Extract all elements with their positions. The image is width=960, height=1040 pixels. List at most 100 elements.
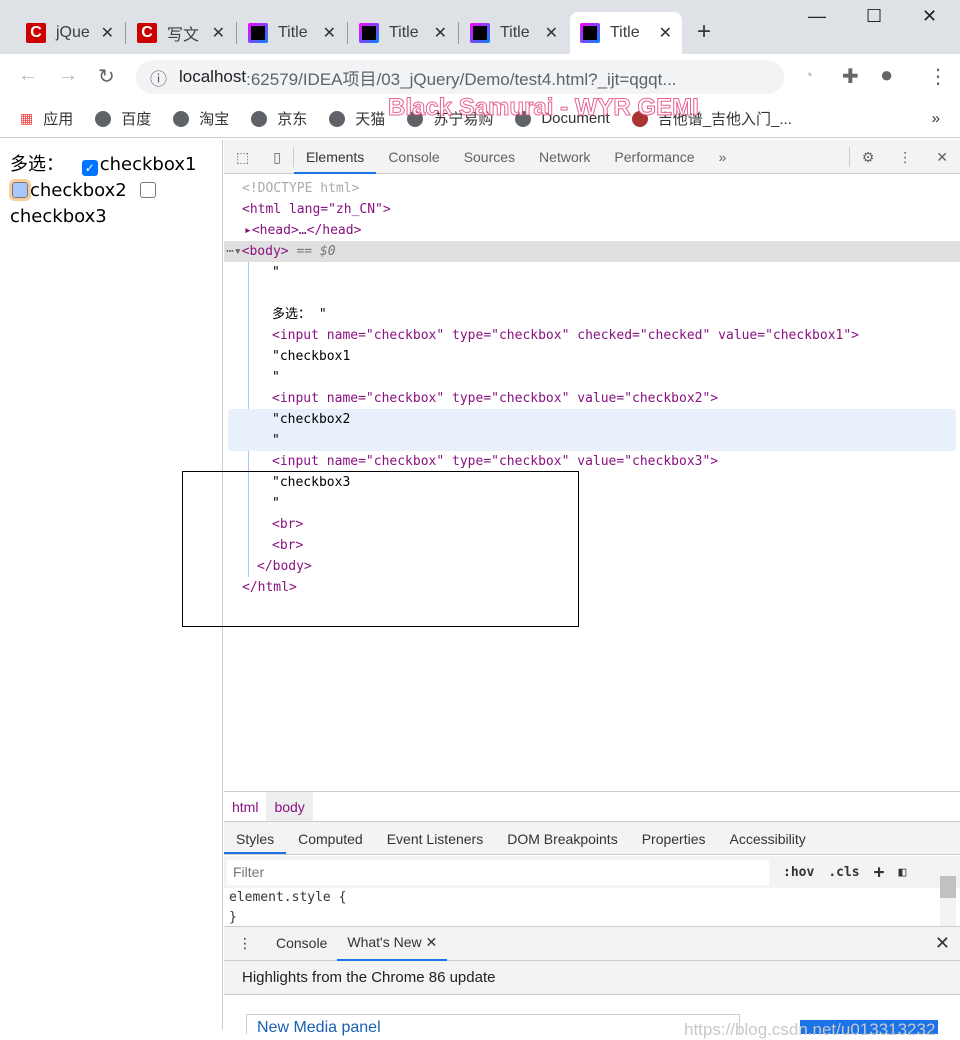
dom-node[interactable]: <html lang="zh_CN">	[224, 199, 960, 220]
dom-node[interactable]: <!DOCTYPE html>	[224, 178, 960, 199]
dom-node-selected[interactable]: ⋯▾<body> == $0	[224, 241, 960, 262]
tab-accessibility[interactable]: Accessibility	[718, 822, 818, 854]
csdn-icon: C	[26, 23, 46, 43]
dom-node[interactable]: <input name="checkbox" type="checkbox" c…	[272, 325, 960, 346]
address-bar[interactable]: ⓘ localhost:62579/IDEA项目/03_jQuery/Demo/…	[136, 60, 784, 94]
text-node[interactable]: 多选： "	[272, 304, 960, 325]
close-drawer-icon[interactable]: ✕	[925, 927, 960, 960]
bookmark-item[interactable]: 百度	[95, 108, 151, 129]
text-node[interactable]: "checkbox1	[272, 346, 960, 367]
dom-node[interactable]: <input name="checkbox" type="checkbox" v…	[272, 388, 960, 409]
drawer-tabbar: ⋮ Console What's New ✕ ✕	[224, 926, 960, 961]
close-window-button[interactable]: ✕	[922, 6, 937, 27]
profile-icon[interactable]: ●	[880, 62, 893, 88]
devtools-menu-icon[interactable]: ⋮	[886, 140, 924, 174]
performance-icon[interactable]: ◔	[804, 67, 813, 84]
text-node[interactable]: "	[272, 367, 960, 388]
globe-icon	[173, 110, 190, 127]
globe-icon	[329, 110, 346, 127]
tab-dom-breakpoints[interactable]: DOM Breakpoints	[495, 822, 629, 854]
browser-tab[interactable]: Title ✕	[238, 12, 346, 54]
styles-filter-input[interactable]	[227, 859, 769, 885]
tab-computed[interactable]: Computed	[286, 822, 375, 854]
drawer-tab-whats-new[interactable]: What's New ✕	[337, 926, 448, 961]
tab-properties[interactable]: Properties	[630, 822, 718, 854]
info-icon[interactable]: ⓘ	[150, 65, 167, 90]
bookmark-item[interactable]: 天猫	[329, 108, 385, 129]
bookmark-item[interactable]: 淘宝	[173, 108, 229, 129]
forward-icon[interactable]: →	[58, 64, 78, 87]
styles-subtabs: Styles Computed Event Listeners DOM Brea…	[224, 821, 960, 855]
intellij-icon	[359, 23, 379, 43]
close-tab-icon[interactable]: ✕	[323, 23, 336, 43]
close-tab-icon[interactable]: ✕	[545, 23, 558, 43]
intellij-icon	[580, 23, 600, 43]
browser-tab[interactable]: Title ✕	[460, 12, 568, 54]
close-tab-icon[interactable]: ✕	[212, 23, 225, 43]
drawer-tab-console[interactable]: Console	[266, 927, 337, 960]
tab-styles[interactable]: Styles	[224, 822, 287, 854]
globe-icon	[95, 110, 112, 127]
annotation-rectangle	[182, 471, 579, 627]
checkbox3[interactable]	[140, 182, 157, 198]
new-rule-button[interactable]: +	[874, 862, 885, 883]
checkbox2[interactable]	[9, 179, 31, 201]
settings-icon[interactable]: ⚙	[848, 146, 887, 167]
tab-event-listeners[interactable]: Event Listeners	[375, 822, 496, 854]
maximize-button[interactable]: ☐	[866, 6, 882, 27]
close-tab-icon[interactable]: ✕	[426, 934, 438, 950]
cls-toggle[interactable]: .cls	[828, 865, 859, 880]
tab-strip: CjQue ✕ C 写文 ✕ Title ✕ Title ✕ Title ✕ Title ✕ …	[0, 0, 960, 54]
close-tab-icon[interactable]: ✕	[659, 23, 672, 43]
minimize-button[interactable]: —	[808, 6, 826, 27]
new-tab-button[interactable]: +	[697, 18, 711, 46]
menu-icon[interactable]: ⋮	[928, 64, 948, 89]
back-icon[interactable]: ←	[18, 64, 38, 87]
reload-icon[interactable]: ↻	[98, 64, 115, 89]
browser-tab[interactable]: CjQue ✕	[16, 12, 124, 54]
text-node[interactable]: "	[272, 430, 956, 451]
extensions-icon[interactable]: ✚	[842, 64, 859, 89]
bookmarks-more[interactable]: »	[932, 110, 940, 127]
devtools-tabbar: ⬚ ▯ Elements Console Sources Network Per…	[224, 140, 960, 174]
breadcrumb-html[interactable]: html	[224, 792, 266, 822]
bookmark-item[interactable]: 京东	[251, 108, 307, 129]
watermark: Black Samurai - WYR GEMI	[388, 94, 700, 122]
close-tab-icon[interactable]: ✕	[434, 23, 447, 43]
text-node[interactable]: "	[272, 262, 960, 283]
browser-tab-active[interactable]: Title ✕	[570, 12, 682, 54]
breadcrumb: html body	[224, 791, 960, 822]
drawer-menu-icon[interactable]: ⋮	[224, 927, 266, 960]
inspect-element-icon[interactable]: ⬚	[224, 140, 261, 174]
text-node[interactable]: "checkbox2	[272, 409, 956, 430]
tab-network[interactable]: Network	[527, 140, 602, 174]
dom-node[interactable]: ▸<head>…</head>	[224, 220, 960, 241]
dom-node[interactable]: <input name="checkbox" type="checkbox" v…	[272, 451, 960, 472]
bookmark-apps[interactable]: ▦ 应用	[20, 108, 73, 129]
browser-tab[interactable]: Title ✕	[349, 12, 457, 54]
close-tab-icon[interactable]: ✕	[101, 23, 114, 43]
styles-filter-bar: :hov .cls + ◧	[224, 856, 960, 888]
media-panel-card[interactable]: New Media panel	[246, 1014, 740, 1036]
more-tabs-icon[interactable]: »	[707, 140, 739, 174]
style-rule-close: }	[229, 910, 237, 925]
apps-grid-icon: ▦	[20, 110, 34, 126]
csdn-watermark: https://blog.csdn.net/u013313232	[684, 1020, 936, 1039]
styles-pane: element.style { }	[224, 888, 940, 928]
breadcrumb-body[interactable]: body	[266, 791, 313, 822]
browser-tab[interactable]: C 写文 ✕	[127, 12, 235, 54]
toggle-sidebar-icon[interactable]: ◧	[898, 865, 906, 880]
tab-console[interactable]: Console	[376, 140, 451, 174]
device-toolbar-icon[interactable]: ▯	[261, 146, 294, 167]
intellij-icon	[470, 23, 490, 43]
style-rule[interactable]: element.style {	[229, 888, 940, 908]
hov-toggle[interactable]: :hov	[783, 865, 814, 880]
checkbox1[interactable]: ✓	[81, 160, 98, 176]
tab-elements[interactable]: Elements	[293, 140, 377, 174]
csdn-icon: C	[137, 23, 157, 43]
intellij-icon	[248, 23, 268, 43]
tab-sources[interactable]: Sources	[452, 140, 527, 174]
styles-scrollbar[interactable]	[940, 856, 956, 926]
tab-performance[interactable]: Performance	[602, 140, 706, 174]
close-devtools-icon[interactable]: ✕	[924, 140, 960, 174]
